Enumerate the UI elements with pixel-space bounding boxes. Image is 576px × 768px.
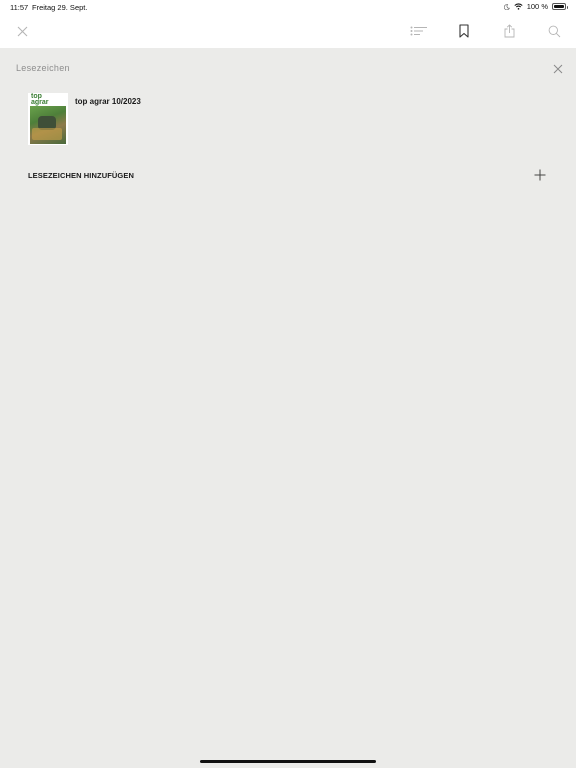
magazine-cover-thumbnail: top agrar [28,93,68,145]
share-icon [504,24,514,38]
battery-fill [554,5,564,8]
home-indicator[interactable] [200,760,376,763]
search-button[interactable] [544,21,564,41]
add-bookmark-row[interactable]: LESEZEICHEN HINZUFÜGEN [28,168,548,184]
reader-toolbar [0,14,576,48]
search-icon [548,25,560,37]
bookmarks-button[interactable] [454,21,474,41]
status-bar: 11:57 Freitag 29. Sept. 100 % [0,0,576,14]
status-time: 11:57 [10,3,29,12]
bookmark-title: top agrar 10/2023 [75,97,141,106]
plus-icon [534,169,546,181]
add-bookmark-button[interactable] [533,168,547,182]
wifi-icon [514,3,523,10]
bookmark-icon [459,24,469,38]
add-bookmark-label: LESEZEICHEN HINZUFÜGEN [28,171,134,180]
share-button[interactable] [499,21,519,41]
screen: 11:57 Freitag 29. Sept. 100 % Lesezeiche… [0,0,576,768]
bookmark-item[interactable]: top agrar top agrar 10/2023 [28,93,548,147]
moon-icon [503,3,510,10]
close-icon [17,26,27,36]
battery-percent: 100 % [526,2,548,11]
table-of-contents-button[interactable] [409,21,429,41]
status-date: Freitag 29. Sept. [32,3,88,12]
close-icon [553,64,563,74]
panel-close-button[interactable] [551,62,565,76]
cover-logo: top agrar [31,93,49,106]
table-of-contents-icon [410,26,427,36]
battery-icon [552,3,568,10]
cover-image [30,106,66,144]
close-reader-button[interactable] [12,21,32,41]
status-right: 100 % [503,2,568,11]
panel-title: Lesezeichen [16,63,70,73]
bookmarks-panel: Lesezeichen top agrar top agrar 10/2023 … [0,48,576,768]
